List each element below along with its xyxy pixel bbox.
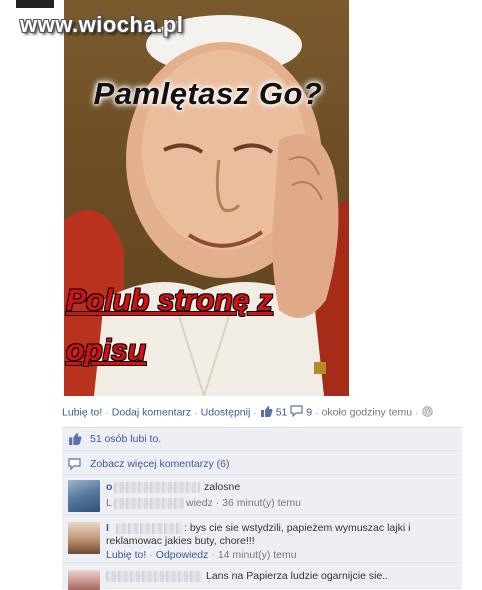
watermark: www.wiocha.pl (20, 12, 184, 37)
more-comments-link[interactable]: Zobacz więcej komentarzy (6) (90, 458, 229, 470)
blurred-author-name (116, 523, 182, 534)
like-count-icon[interactable] (260, 405, 273, 420)
comment-item: o zalosne L wiedz · 36 minut(y) temu (62, 476, 462, 515)
comment-count[interactable]: 9 (306, 407, 312, 419)
feedback-box: 51 osób lubi to. Zobacz więcej komentarz… (62, 427, 462, 590)
comment-author-initial[interactable]: I (106, 522, 109, 535)
avatar[interactable] (68, 480, 100, 512)
avatar[interactable] (68, 522, 100, 554)
comment-text: Lans na Papierza ludzie ogarnijcie sie.. (206, 570, 389, 582)
post-actions: Lubię to! · Dodaj komentarz · Udostępnij · 51… (62, 405, 472, 423)
avatar[interactable] (68, 570, 100, 590)
comment-reply-link[interactable]: Odpowiedz (156, 549, 209, 561)
comment-meta: Lubię to! · Odpowiedz · 14 minut(y) temu (106, 549, 297, 561)
comment-text: zalosne (204, 481, 241, 493)
blurred-author-name (114, 482, 200, 493)
comment-count-icon[interactable] (290, 405, 303, 420)
post-time[interactable]: około godziny temu (322, 407, 412, 419)
caption-bottom: Polub stronę z opisu (66, 276, 349, 376)
likes-summary[interactable]: 51 osób lubi to. (90, 433, 161, 445)
thumbs-up-icon (68, 432, 82, 450)
likes-row: 51 osób lubi to. (62, 428, 462, 451)
caption-bottom-line2: opisu (66, 334, 146, 367)
comment-item: I : bys cie sie wstydzili, papieżem wymu… (62, 518, 462, 563)
like-count[interactable]: 51 (276, 407, 288, 419)
caption-bottom-line1: Polub stronę z (66, 284, 273, 317)
share-link[interactable]: Udostępnij (201, 407, 251, 419)
comment-time[interactable]: 14 minut(y) temu (218, 549, 297, 561)
caption-top: Pamlętasz Go? (93, 76, 323, 111)
more-comments-row[interactable]: Zobacz więcej komentarzy (6) (62, 452, 462, 475)
globe-icon (421, 405, 433, 420)
comment-author-initial[interactable]: o (106, 481, 112, 494)
comment-meta: wiedz · 36 minut(y) temu (186, 497, 301, 509)
comment-like-link[interactable]: Lubię to! (106, 549, 146, 561)
comment-item: Lans na Papierza ludzie ogarnijcie sie.. (62, 566, 462, 590)
comment-bubble-icon (68, 457, 81, 475)
comment-text-line2: reklamowac jakies buty, chore!!! (106, 535, 255, 547)
comment-text-line1: : bys cie sie wstydzili, papieżem wymusz… (184, 522, 411, 534)
add-comment-link[interactable]: Dodaj komentarz (112, 407, 191, 419)
post-photo[interactable]: Pamlętasz Go? Polub stronę z opisu (64, 0, 349, 396)
top-bar (16, 0, 54, 8)
like-link[interactable]: Lubię to! (62, 407, 102, 419)
blurred-meta (114, 498, 184, 509)
comment-meta-prefix: L (106, 497, 112, 509)
blurred-author-name (106, 571, 202, 582)
